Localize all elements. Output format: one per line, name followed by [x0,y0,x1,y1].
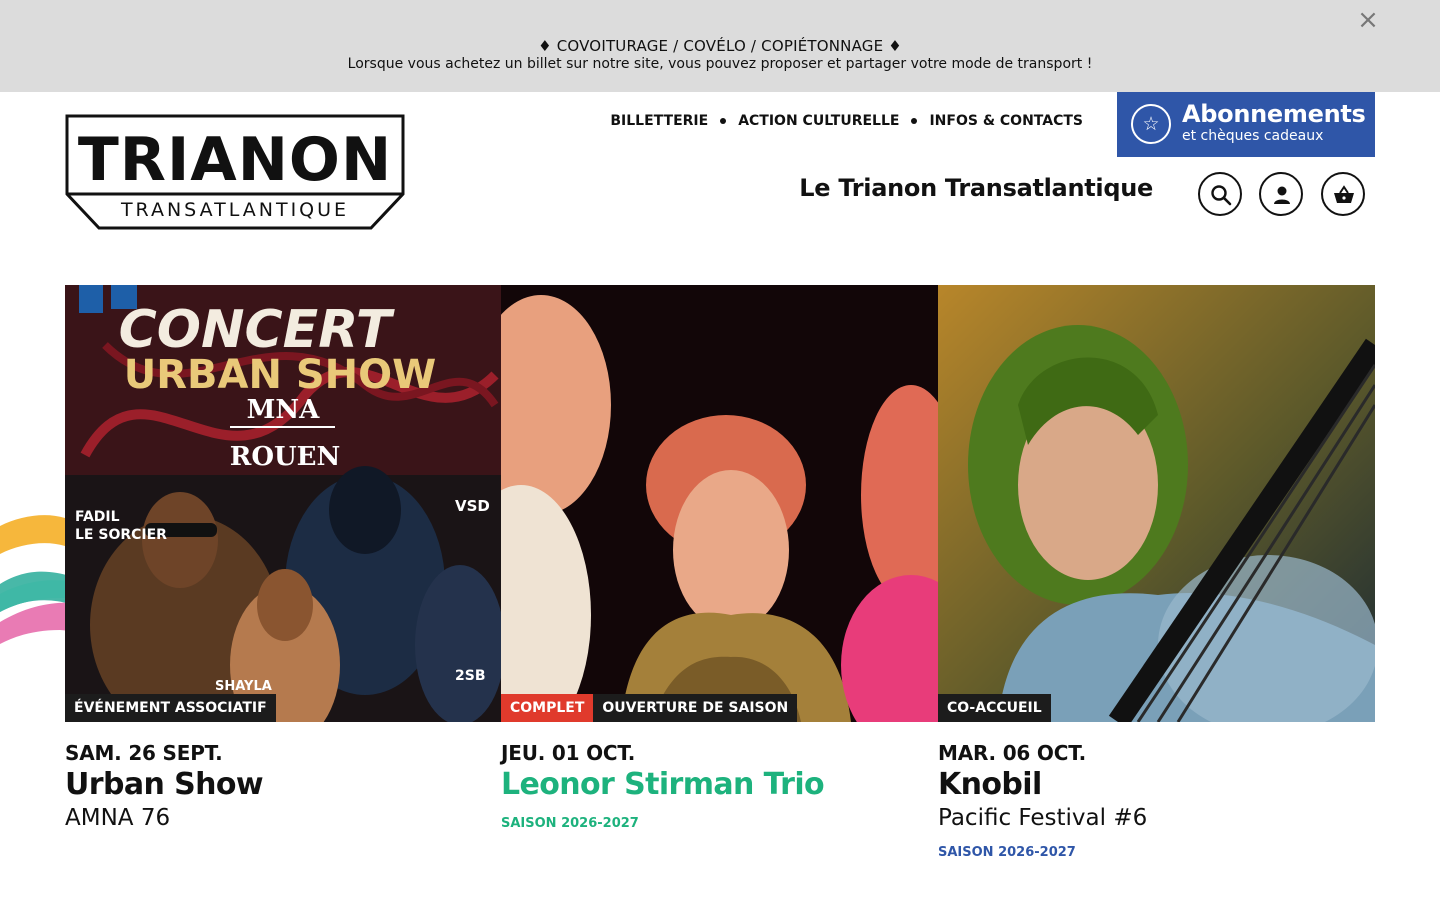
basket-icon [1334,185,1354,203]
poster-artist2: VSD [455,497,490,515]
event-season: SAISON 2026-2027 [501,816,639,831]
event-tags: CO-ACCUEIL [938,694,1051,722]
banner-title: ♦ COVOITURAGE / COVÉLO / COPIÉTONNAGE ♦ [538,37,902,55]
event-card[interactable]: COMPLET OUVERTURE DE SAISON JEU. 01 OCT.… [501,285,938,831]
nav-infos-contacts[interactable]: INFOS & CONTACTS [929,113,1083,129]
transport-banner: ♦ COVOITURAGE / COVÉLO / COPIÉTONNAGE ♦ … [0,0,1440,92]
user-icon [1274,186,1290,204]
nav-billetterie[interactable]: BILLETTERIE [610,113,708,129]
trianon-logo[interactable]: TRIANON TRANSATLANTIQUE [65,114,405,232]
event-title[interactable]: Urban Show [65,767,502,802]
nav-action-culturelle[interactable]: ACTION CULTURELLE [738,113,899,129]
event-date: MAR. 06 OCT. [938,741,1086,765]
poster-line1: CONCERT [119,300,395,360]
event-date: JEU. 01 OCT. [501,741,636,765]
nav-separator [911,118,918,124]
subscription-button[interactable]: ☆ Abonnements et chèques cadeaux [1117,92,1375,157]
poster-artist1b: LE SORCIER [75,527,167,543]
search-button[interactable] [1198,172,1242,216]
event-subtitle: Pacific Festival #6 [938,805,1148,831]
subscription-subtitle: et chèques cadeaux [1182,128,1324,144]
banner-text: Lorsque vous achetez un billet sur notre… [347,56,1093,72]
poster-artist3: SHAYLA [215,679,272,694]
event-tag: OUVERTURE DE SAISON [593,694,798,722]
event-tag: CO-ACCUEIL [938,694,1051,722]
star-icon: ☆ [1131,104,1171,144]
event-photo-image[interactable]: CO-ACCUEIL [938,285,1375,722]
cart-button[interactable] [1321,172,1365,216]
logo-word: TRIANON [78,125,392,195]
nav-separator [720,118,727,124]
venue-name: Le Trianon Transatlantique [799,174,1153,202]
event-card[interactable]: CO-ACCUEIL MAR. 06 OCT. Knobil Pacific F… [938,285,1375,860]
poster-line4: ROUEN [230,442,341,472]
search-icon [1211,185,1232,206]
poster-artist1: FADIL [75,509,120,525]
event-title[interactable]: Knobil [938,767,1375,802]
event-season: SAISON 2026-2027 [938,845,1076,860]
event-tags: COMPLET OUVERTURE DE SAISON [501,694,798,722]
poster-line3: MNA [247,395,321,425]
poster-artist4: 2SB [455,668,486,684]
event-photo-image[interactable]: COMPLET OUVERTURE DE SAISON [501,285,938,722]
event-card[interactable]: CONCERT URBAN SHOW MNA ROUEN FADIL LE SO… [65,285,502,831]
main-nav: BILLETTERIE ACTION CULTURELLE INFOS & CO… [610,113,1083,129]
account-button[interactable] [1259,172,1303,216]
event-tags: ÉVÉNEMENT ASSOCIATIF [65,694,276,722]
sold-out-badge: COMPLET [501,694,594,722]
event-date: SAM. 26 SEPT. [65,741,223,765]
event-poster-image[interactable]: CONCERT URBAN SHOW MNA ROUEN FADIL LE SO… [65,285,502,722]
event-title[interactable]: Leonor Stirman Trio [501,767,938,802]
event-subtitle: AMNA 76 [65,805,171,831]
poster-line2: URBAN SHOW [124,352,437,398]
close-icon[interactable]: × [1354,6,1382,34]
subscription-title: Abonnements [1182,100,1366,128]
event-tag: ÉVÉNEMENT ASSOCIATIF [65,694,276,722]
logo-subword: TRANSATLANTIQUE [120,199,349,221]
